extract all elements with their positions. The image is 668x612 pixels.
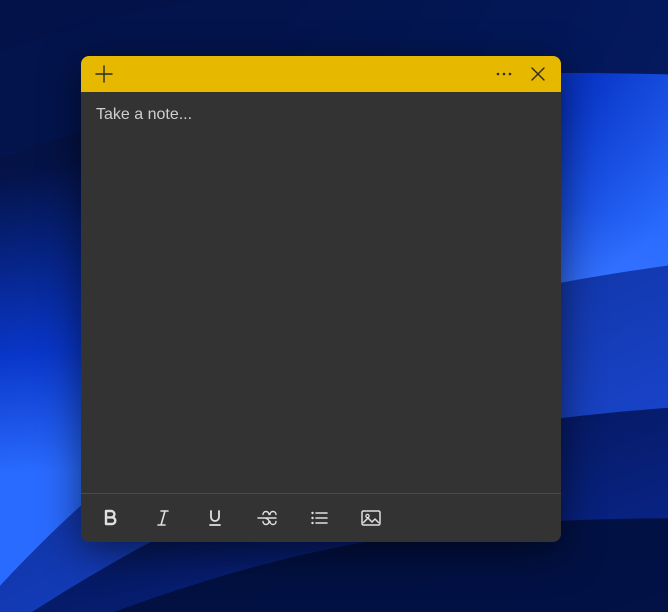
- sticky-note-window: Take a note...: [81, 56, 561, 542]
- note-editor[interactable]: [81, 92, 561, 493]
- list-icon: [309, 508, 329, 528]
- close-icon: [530, 66, 546, 82]
- image-icon: [360, 508, 382, 528]
- italic-icon: [153, 508, 173, 528]
- bold-icon: [101, 508, 121, 528]
- underline-icon: [205, 508, 225, 528]
- note-body: Take a note...: [81, 92, 561, 493]
- bold-button[interactable]: [85, 494, 137, 542]
- strikethrough-button[interactable]: [241, 494, 293, 542]
- more-icon: [495, 65, 513, 83]
- underline-button[interactable]: [189, 494, 241, 542]
- new-note-button[interactable]: [87, 56, 121, 92]
- strikethrough-icon: [256, 508, 278, 528]
- add-image-button[interactable]: [345, 494, 397, 542]
- bullet-list-button[interactable]: [293, 494, 345, 542]
- format-toolbar: [81, 493, 561, 542]
- close-button[interactable]: [521, 56, 555, 92]
- more-options-button[interactable]: [487, 56, 521, 92]
- italic-button[interactable]: [137, 494, 189, 542]
- titlebar: [81, 56, 561, 92]
- plus-icon: [95, 65, 113, 83]
